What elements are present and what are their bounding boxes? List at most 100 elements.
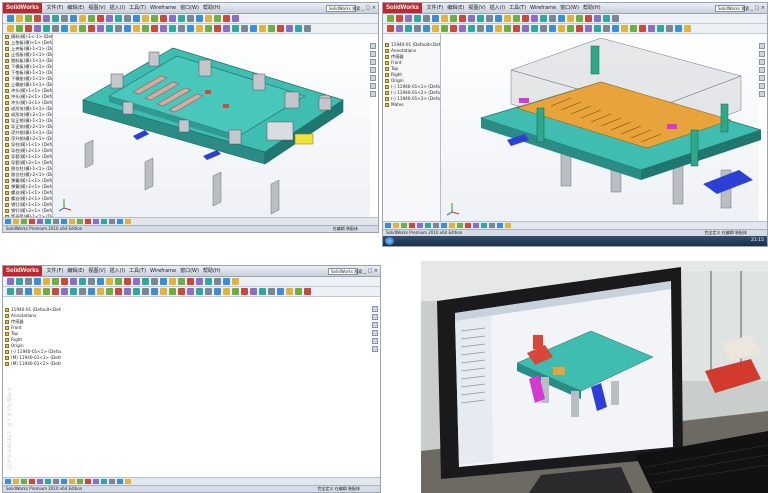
toolbar-button-icon[interactable] (531, 15, 538, 22)
toolbar-button-icon[interactable] (169, 15, 176, 22)
toolbar-button-icon[interactable] (61, 278, 68, 285)
toolbar-button-icon[interactable] (187, 25, 194, 32)
toolbar-button-icon[interactable] (441, 25, 448, 32)
view-tabs-bar[interactable] (383, 221, 767, 229)
view-button-icon[interactable] (61, 479, 67, 484)
toolbar-button-icon[interactable] (88, 288, 95, 295)
view-tabs-bar[interactable] (3, 217, 378, 225)
toolbar-button-icon[interactable] (70, 25, 77, 32)
view-button-icon[interactable] (385, 223, 391, 228)
view-button-icon[interactable] (409, 223, 415, 228)
toolbar-button-icon[interactable] (187, 288, 194, 295)
toolbar-button-icon[interactable] (151, 15, 158, 22)
toolbar-button-icon[interactable] (405, 25, 412, 32)
view-button-icon[interactable] (69, 219, 75, 224)
toolbar-button-icon[interactable] (558, 15, 565, 22)
toolbar-button-icon[interactable] (214, 15, 221, 22)
toolbar-button-icon[interactable] (106, 15, 113, 22)
toolbar-button-icon[interactable] (88, 15, 95, 22)
toolbar-button-icon[interactable] (450, 25, 457, 32)
toolbar-button-icon[interactable] (639, 25, 646, 32)
view-button-icon[interactable] (425, 223, 431, 228)
toolbar-button-icon[interactable] (133, 288, 140, 295)
view-button-icon[interactable] (29, 479, 35, 484)
toolbar-button-icon[interactable] (178, 278, 185, 285)
task-pane-icons[interactable] (372, 306, 379, 352)
view-button-icon[interactable] (109, 219, 115, 224)
toolbar-button-icon[interactable] (214, 288, 221, 295)
toolbar-button-icon[interactable] (414, 15, 421, 22)
view-button-icon[interactable] (5, 219, 11, 224)
toolbar-button-icon[interactable] (558, 25, 565, 32)
toolbar-button-icon[interactable] (142, 288, 149, 295)
toolbar-button-icon[interactable] (16, 278, 23, 285)
toolbar-button-icon[interactable] (648, 25, 655, 32)
toolbar-button-icon[interactable] (223, 288, 230, 295)
menu-item[interactable]: 工具(T) (129, 266, 146, 276)
toolbar-button-icon[interactable] (295, 25, 302, 32)
toolbar-button-icon[interactable] (151, 288, 158, 295)
toolbar-button-icon[interactable] (7, 15, 14, 22)
toolbar-button-icon[interactable] (124, 15, 131, 22)
toolbar-button-icon[interactable] (16, 25, 23, 32)
toolbar-button-icon[interactable] (241, 25, 248, 32)
toolbar-button-icon[interactable] (187, 278, 194, 285)
view-button-icon[interactable] (101, 219, 107, 224)
toolbar-button-icon[interactable] (432, 25, 439, 32)
toolbar-button-icon[interactable] (160, 288, 167, 295)
toolbar-button-icon[interactable] (151, 278, 158, 285)
toolbar-button-icon[interactable] (396, 25, 403, 32)
toolbar-button-icon[interactable] (423, 15, 430, 22)
view-button-icon[interactable] (505, 223, 511, 228)
view-button-icon[interactable] (417, 223, 423, 228)
toolbar-button-icon[interactable] (277, 25, 284, 32)
toolbar-button-icon[interactable] (441, 15, 448, 22)
search-input[interactable]: SolidWorks 搜索 (715, 5, 749, 12)
view-button-icon[interactable] (61, 219, 67, 224)
view-button-icon[interactable] (29, 219, 35, 224)
toolbar-button-icon[interactable] (106, 288, 113, 295)
toolbar-button-icon[interactable] (205, 25, 212, 32)
toolbar-button-icon[interactable] (522, 15, 529, 22)
toolbar-button-icon[interactable] (495, 25, 502, 32)
toolbar-button-icon[interactable] (459, 25, 466, 32)
toolbar-button-icon[interactable] (97, 288, 104, 295)
menu-item[interactable]: 编辑(E) (67, 3, 84, 13)
feature-manager-tree[interactable]: 11940-01 (Default<DefaultAnnotations传感器F… (383, 34, 441, 221)
menu-item[interactable]: 帮助(H) (583, 3, 601, 13)
menu-item[interactable]: 视图(V) (88, 266, 105, 276)
toolbar-button-icon[interactable] (205, 15, 212, 22)
toolbar-button-icon[interactable] (178, 288, 185, 295)
view-button-icon[interactable] (37, 479, 43, 484)
toolbar-button-icon[interactable] (486, 15, 493, 22)
menu-item[interactable]: 窗口(W) (180, 3, 199, 13)
toolbar-button-icon[interactable] (477, 15, 484, 22)
menu-item[interactable]: 插入(I) (110, 266, 125, 276)
menu-item[interactable]: 文件(F) (427, 3, 444, 13)
window-controls[interactable]: _ □ × (750, 5, 765, 12)
toolbar-button-icon[interactable] (223, 25, 230, 32)
toolbar-button-icon[interactable] (25, 278, 32, 285)
toolbar-button-icon[interactable] (603, 25, 610, 32)
toolbar-button-icon[interactable] (450, 15, 457, 22)
toolbar-button-icon[interactable] (675, 25, 682, 32)
toolbar-button-icon[interactable] (88, 278, 95, 285)
toolbar-button-icon[interactable] (630, 25, 637, 32)
view-button-icon[interactable] (13, 479, 19, 484)
view-button-icon[interactable] (433, 223, 439, 228)
toolbar-button-icon[interactable] (214, 278, 221, 285)
toolbar-button-icon[interactable] (196, 25, 203, 32)
graphics-area[interactable] (53, 34, 370, 217)
toolbar-button-icon[interactable] (504, 15, 511, 22)
toolbar-button-icon[interactable] (16, 288, 23, 295)
view-button-icon[interactable] (21, 479, 27, 484)
toolbar-button-icon[interactable] (70, 278, 77, 285)
task-pane-icons[interactable] (759, 43, 766, 97)
toolbar-button-icon[interactable] (387, 25, 394, 32)
toolbar-button-icon[interactable] (97, 278, 104, 285)
view-button-icon[interactable] (393, 223, 399, 228)
menu-item[interactable]: 窗口(W) (180, 266, 199, 276)
task-pane-icons[interactable] (370, 43, 377, 97)
menu-item[interactable]: 视图(V) (88, 3, 105, 13)
toolbar-button-icon[interactable] (124, 25, 131, 32)
